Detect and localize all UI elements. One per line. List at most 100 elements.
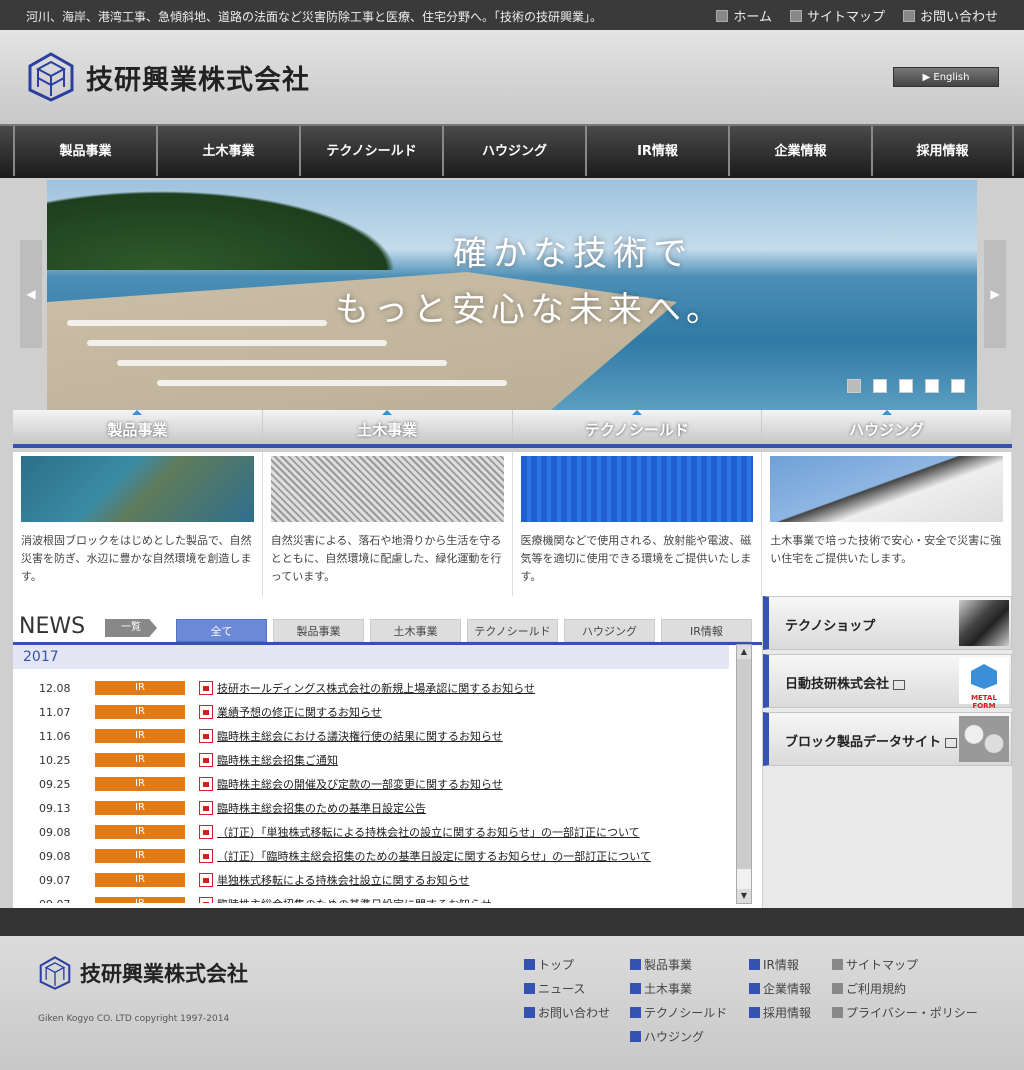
external-link-icon [945,737,958,748]
footer-link[interactable]: 採用情報 [749,1000,811,1024]
english-button[interactable]: ▶ English [893,67,999,87]
scroll-up-icon[interactable]: ▲ [737,645,751,659]
news-title-link[interactable]: （訂正）「臨時株主総会招集のための基準日設定に関するお知らせ」の一部訂正について [217,848,651,864]
news-tab-ir[interactable]: IR情報 [661,619,752,642]
banner-block-data-site[interactable]: ブロック製品データサイト [763,712,1012,766]
slide-indicators [847,379,965,393]
civil-engineering-photo[interactable] [270,456,504,522]
nav-recruit[interactable]: 採用情報 [871,126,1014,176]
footer-link[interactable]: 土木事業 [630,976,727,1000]
footer-link[interactable]: トップ [524,952,610,976]
footer-logo[interactable]: 技研興業株式会社 [38,956,248,990]
news-title-link[interactable]: 臨時株主総会における議決権行使の結果に関するお知らせ [217,728,503,744]
home-link-label: ホーム [733,10,772,25]
news-tab-all[interactable]: 全て [176,619,267,642]
card-products[interactable]: 消波根固ブロックをはじめとした製品で、自然災害を防ぎ、水辺に豊かな自然環境を創造… [13,452,263,596]
news-title-link[interactable]: 臨時株主総会招集のための基準日設定に関するお知らせ [217,896,492,903]
category-civil-engineering[interactable]: 土木事業 [263,410,513,444]
news-category-badge: IR [95,777,185,791]
sitemap-icon [789,9,802,22]
products-photo[interactable] [21,456,254,522]
news-scrollbar[interactable]: ▲ ▼ [736,644,752,904]
site-tagline: 河川、海岸、港湾工事、急傾斜地、道路の法面など災害防除工事と医療、住宅分野へ。「… [26,10,603,24]
slide-dot[interactable] [899,379,913,393]
external-link-icon [893,679,906,690]
footer-col-general: トップ ニュース お問い合わせ [524,952,610,1024]
card-civil-engineering[interactable]: 自然災害による、落石や地滑りから生活を守るとともに、自然環境に配慮した、緑化運動… [263,452,513,596]
footer-link[interactable]: ご利用規約 [832,976,978,1000]
news-date: 11.07 [39,705,71,719]
nav-housing[interactable]: ハウジング [442,126,585,176]
news-title-link[interactable]: 業績予想の修正に関するお知らせ [217,704,382,720]
news-category-badge: IR [95,801,185,815]
news-list-button[interactable]: 一覧 [105,619,157,637]
sitemap-link[interactable]: サイトマップ [789,6,885,25]
scroll-thumb[interactable] [737,659,751,869]
footer-link[interactable]: お問い合わせ [524,1000,610,1024]
bullet-icon [749,1006,760,1018]
bullet-icon [832,982,843,994]
footer-link[interactable]: 製品事業 [630,952,727,976]
scroll-down-icon[interactable]: ▼ [737,889,751,903]
pdf-icon [199,753,213,767]
banner-technoshop[interactable]: テクノショップ [763,596,1012,650]
slide-dot[interactable] [873,379,887,393]
home-link[interactable]: ホーム [716,6,772,25]
nav-ir[interactable]: IR情報 [585,126,728,176]
pdf-icon [199,705,213,719]
slide-dot[interactable] [951,379,965,393]
footer-link[interactable]: ハウジング [630,1024,727,1048]
news-category-badge: IR [95,753,185,767]
news-item: 10.25 IR 臨時株主総会招集ご通知 [13,748,735,772]
bullet-icon [524,982,535,994]
news-tab-civil-engineering[interactable]: 土木事業 [370,619,461,642]
news-item: 09.25 IR 臨時株主総会の開催及び定款の一部変更に関するお知らせ [13,772,735,796]
news-title-link[interactable]: 単独株式移転による持株会社設立に関するお知らせ [217,872,469,888]
contact-link[interactable]: お問い合わせ [902,6,998,25]
hero-prev-button[interactable]: ◀ [20,240,42,348]
footer-link[interactable]: 企業情報 [749,976,811,1000]
news-tab-products[interactable]: 製品事業 [273,619,364,642]
card-technoshield[interactable]: 医療機関などで使用される、放射能や電波、磁気等を適切に使用できる環境をご提供いた… [513,452,763,596]
footer-link[interactable]: ニュース [524,976,610,1000]
cube-logo-icon [28,52,74,102]
footer-link[interactable]: IR情報 [749,952,811,976]
nav-products[interactable]: 製品事業 [13,126,156,176]
hero-next-button[interactable]: ▶ [984,240,1006,348]
nav-technoshield[interactable]: テクノシールド [299,126,442,176]
news-tab-housing[interactable]: ハウジング [564,619,655,642]
technoshield-photo[interactable] [520,456,754,522]
footer-link[interactable]: サイトマップ [832,952,978,976]
site-logo[interactable]: 技研興業株式会社 [26,52,310,102]
nav-civil-engineering[interactable]: 土木事業 [156,126,299,176]
slide-dot[interactable] [847,379,861,393]
news-title-link[interactable]: 技研ホールディングス株式会社の新規上場承認に関するお知らせ [217,680,535,696]
slide-dot[interactable] [925,379,939,393]
hero-image-step [157,380,507,386]
news-title-link[interactable]: 臨時株主総会招集ご通知 [217,752,338,768]
banner-nichido-giken[interactable]: 日動技研株式会社 METAL FORM [763,654,1012,710]
category-housing[interactable]: ハウジング [762,410,1012,444]
news-title-link[interactable]: 臨時株主総会招集のための基準日設定公告 [217,800,426,816]
site-footer: 技研興業株式会社 Giken Kogyo CO. LTD copyright 1… [0,936,1024,1070]
hero-headline-1: 確かな技術で [453,234,693,274]
copyright: Giken Kogyo CO. LTD copyright 1997-2014 [38,1014,230,1024]
block-data-thumbnail [959,716,1009,762]
news-tab-technoshield[interactable]: テクノシールド [467,619,558,642]
hero-image-hill [47,180,427,270]
category-products[interactable]: 製品事業 [13,410,263,444]
contact-link-label: お問い合わせ [919,10,998,25]
footer-link[interactable]: プライバシー・ポリシー [832,1000,978,1024]
news-title-link[interactable]: 臨時株主総会の開催及び定款の一部変更に関するお知らせ [217,776,503,792]
news-date: 09.25 [39,777,71,791]
news-date: 12.08 [39,681,71,695]
news-title-link[interactable]: （訂正）「単独株式移転による持株会社の設立に関するお知らせ」の一部訂正について [217,824,640,840]
news-category-badge: IR [95,897,185,903]
nav-company[interactable]: 企業情報 [728,126,871,176]
card-housing[interactable]: 土木事業で培った技術で安心・安全で災害に強い住宅をご提供いたします。 [762,452,1012,596]
news-date: 09.07 [13,898,95,904]
bullet-icon [524,1006,535,1018]
housing-photo[interactable] [770,456,1003,522]
footer-link[interactable]: テクノシールド [630,1000,727,1024]
category-technoshield[interactable]: テクノシールド [513,410,763,444]
